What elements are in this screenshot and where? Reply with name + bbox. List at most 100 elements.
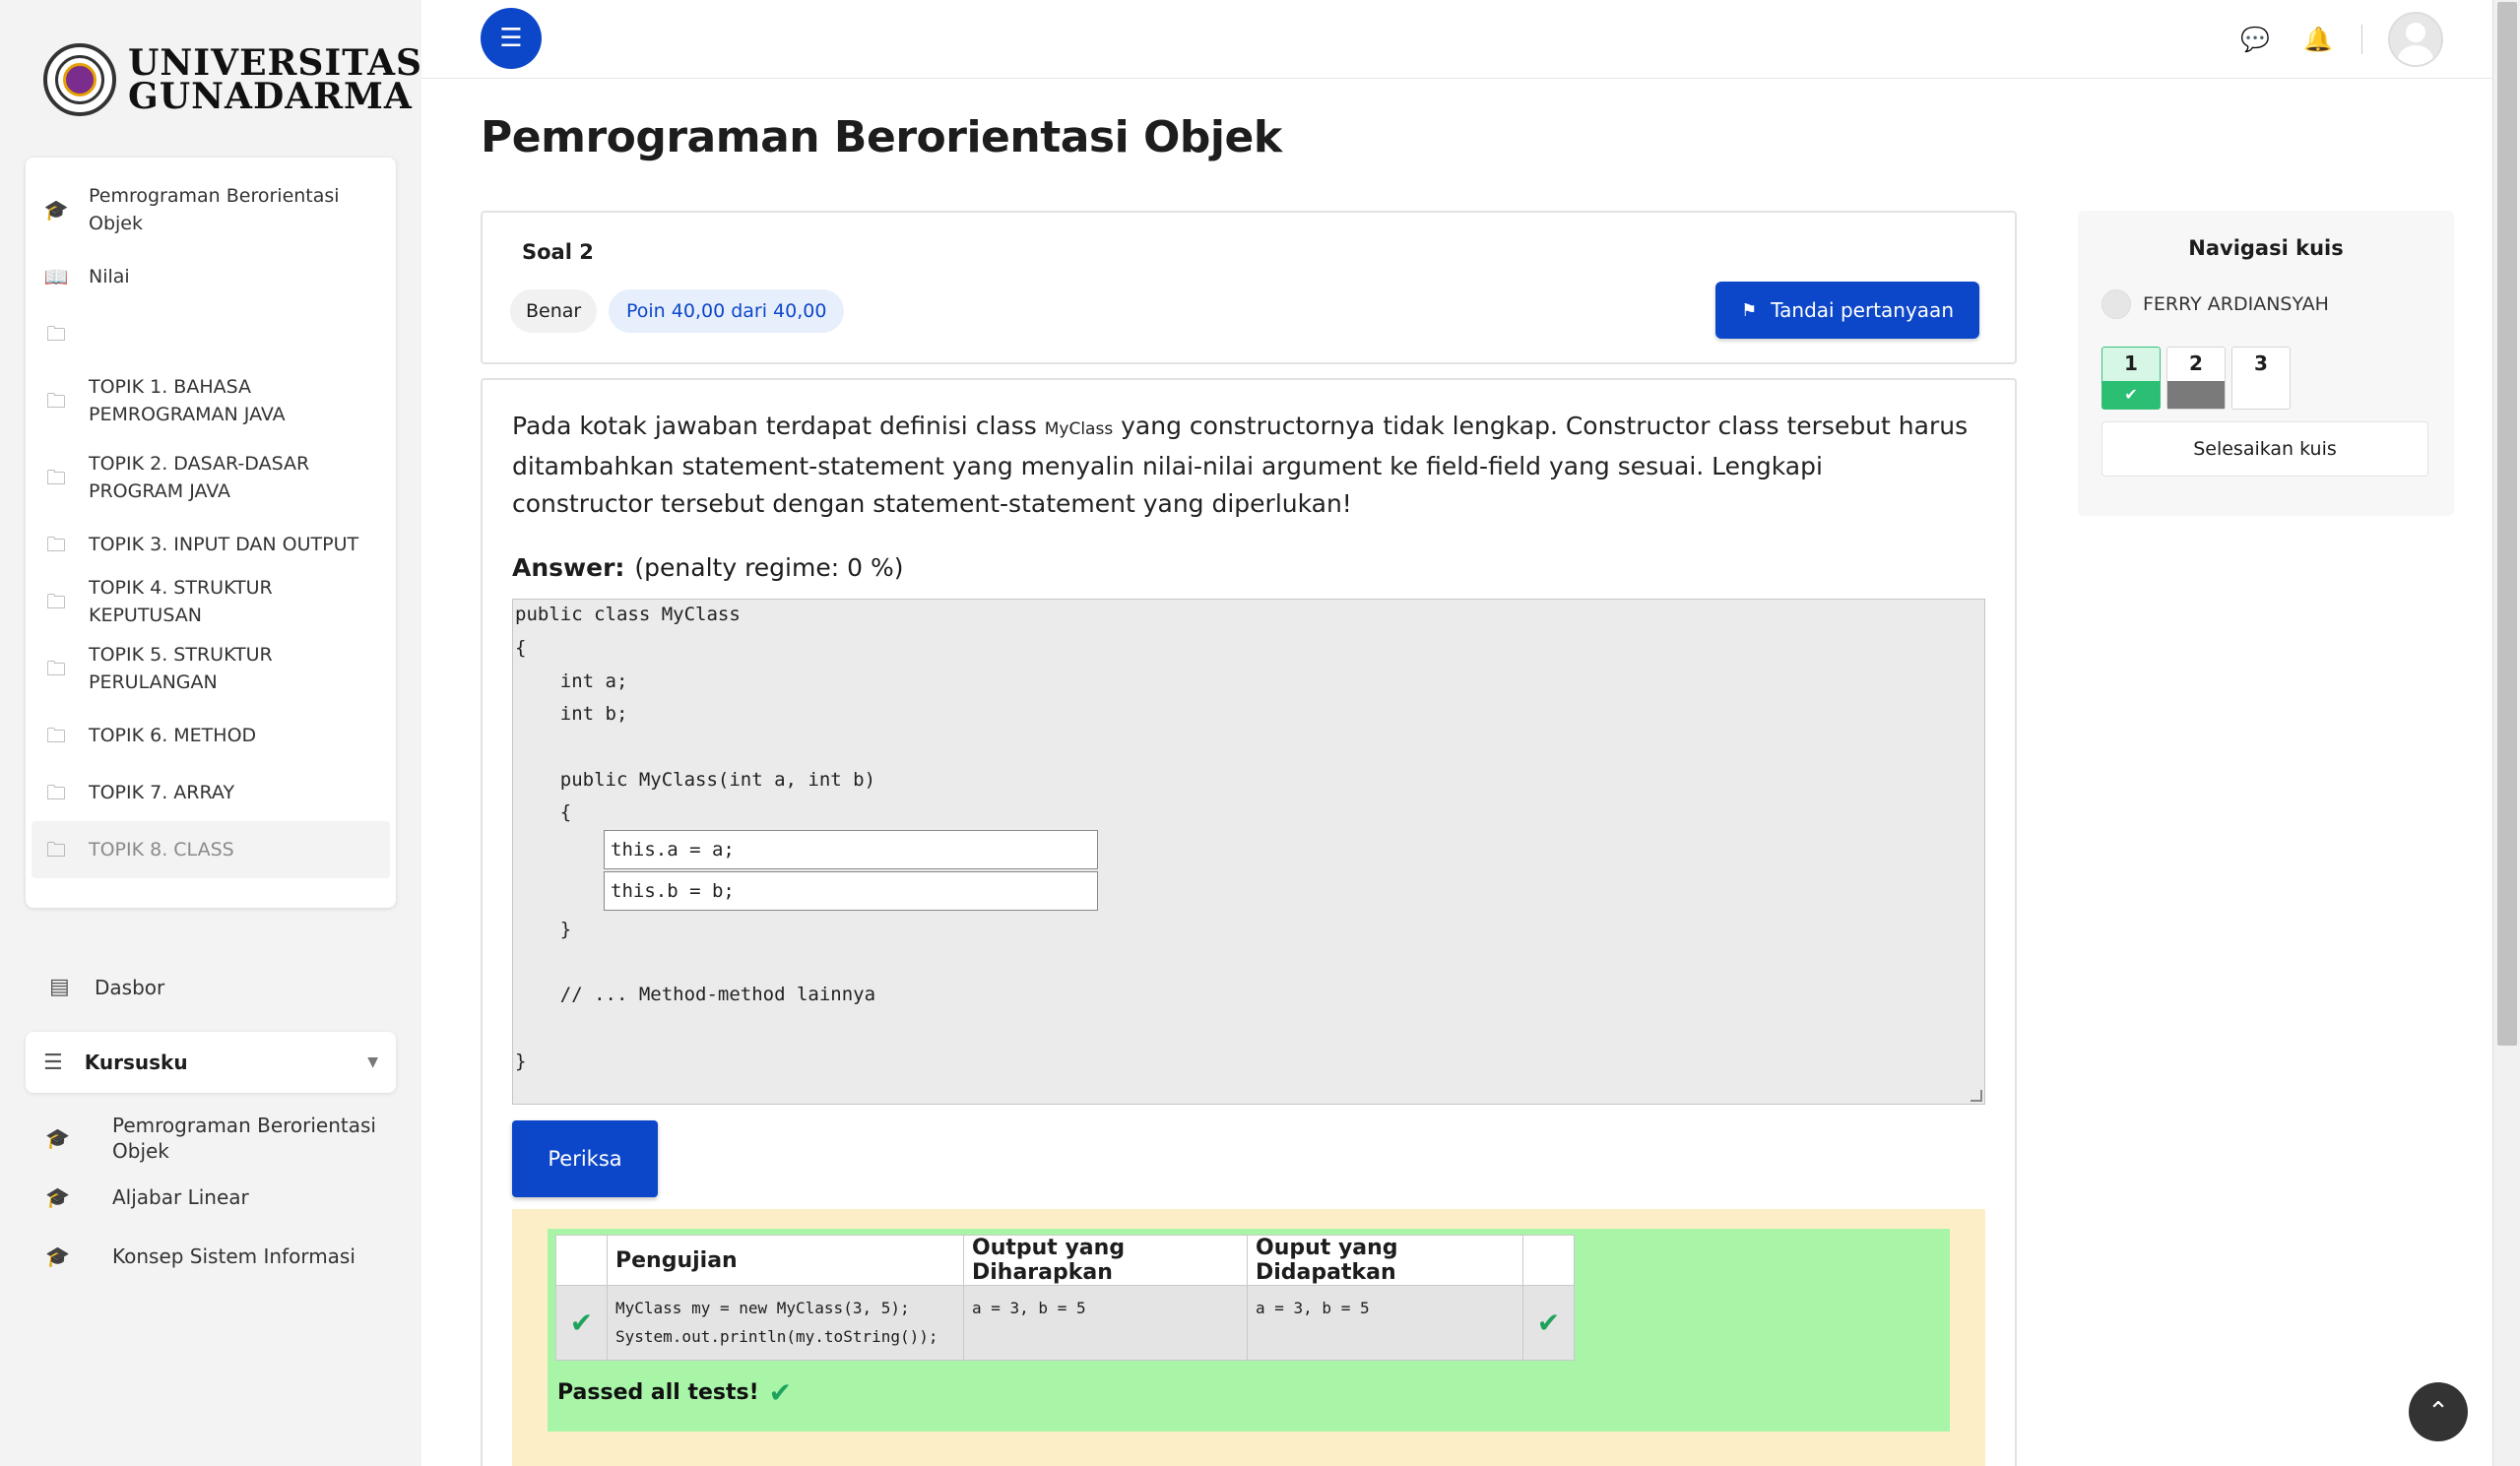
caret-down-icon: ▼ — [367, 1054, 378, 1070]
scrollbar-thumb[interactable] — [2497, 2, 2517, 1046]
folder-icon: 🗀 — [46, 466, 66, 489]
folder-icon: 🗀 — [46, 724, 66, 747]
table-header — [1522, 1235, 1575, 1286]
flag-icon: ⚑ — [1741, 299, 1758, 321]
points-badge: Poin 40,00 dari 40,00 — [609, 289, 845, 333]
answer-input-2[interactable]: this.b = b; — [604, 871, 1098, 911]
code-line: int a; — [515, 670, 628, 692]
test-results: Pengujian Output yang Diharapkan Ouput y… — [548, 1229, 1950, 1432]
folder-icon: 🗀 — [46, 657, 66, 680]
folder-icon: 🗀 — [46, 533, 66, 556]
sidebar: UNIVERSITAS GUNADARMA 🎓 Pemrograman Bero… — [0, 0, 421, 1466]
scroll-to-top-button[interactable]: ⌃ — [2409, 1382, 2468, 1441]
dashboard-link[interactable]: ▤ Dasbor — [49, 975, 164, 999]
question-info: Soal 2 Benar Poin 40,00 dari 40,00 ⚑ Tan… — [481, 211, 2017, 364]
question-text: Pada kotak jawaban terdapat definisi cla… — [512, 412, 1969, 518]
actual-output: a = 3, b = 5 — [1247, 1285, 1523, 1361]
quiz-nav-title: Navigasi kuis — [2188, 236, 2344, 260]
university-logo[interactable]: UNIVERSITAS GUNADARMA — [43, 43, 422, 116]
graduation-cap-icon: 🎓 — [45, 1126, 70, 1150]
my-course-item[interactable]: 🎓 Konsep Sistem Informasi — [45, 1227, 400, 1286]
my-course-item[interactable]: 🎓 Pemrograman Berorientasi Objek — [45, 1109, 400, 1168]
grades-link[interactable]: 📖 Nilai — [26, 248, 396, 305]
page-scrollbar[interactable] — [2492, 0, 2520, 1466]
quiz-question-2[interactable]: 2 — [2166, 347, 2226, 410]
folder-icon: 🗀 — [46, 322, 66, 346]
university-seal-icon — [43, 43, 116, 116]
graduation-cap-icon: 🎓 — [45, 1185, 70, 1209]
code-line: { — [515, 637, 527, 659]
flag-question-button[interactable]: ⚑ Tandai pertanyaan — [1715, 282, 1979, 339]
quiz-question-1[interactable]: 1 ✔ — [2101, 347, 2161, 410]
list-icon: ☰ — [43, 1050, 63, 1075]
menu-collapse-icon: ☰ — [499, 24, 523, 53]
code-line: public MyClass(int a, int b) — [515, 769, 876, 791]
my-course-item[interactable]: 🎓 Aljabar Linear — [45, 1168, 400, 1227]
chevron-up-icon: ⌃ — [2427, 1397, 2449, 1427]
section-topik-6[interactable]: 🗀 TOPIK 6. METHOD — [26, 707, 396, 764]
top-bar: ☰ 💬 🔔 — [421, 0, 2492, 79]
feedback-panel: Pengujian Output yang Diharapkan Ouput y… — [512, 1209, 1985, 1466]
folder-icon: 🗀 — [46, 389, 66, 413]
question-content: Pada kotak jawaban terdapat definisi cla… — [481, 378, 2017, 1466]
check-icon: ✔ — [768, 1376, 793, 1409]
messages-icon[interactable]: 💬 — [2237, 22, 2273, 57]
section-topik-2[interactable]: 🗀 TOPIK 2. DASAR-DASAR PROGRAM JAVA — [26, 439, 396, 516]
answer-input-1[interactable]: this.a = a; — [604, 830, 1098, 869]
check-icon: ✔ — [2102, 381, 2160, 409]
passed-message: Passed all tests! ✔ — [557, 1376, 793, 1409]
section-topik-1[interactable]: 🗀 TOPIK 1. BAHASA PEMROGRAMAN JAVA — [26, 362, 396, 439]
section-topik-7[interactable]: 🗀 TOPIK 7. ARRAY — [26, 764, 396, 821]
section-topik-4[interactable]: 🗀 TOPIK 4. STRUKTUR KEPUTUSAN — [26, 573, 396, 630]
check-icon: ✔ — [1522, 1285, 1575, 1361]
section-topik-5[interactable]: 🗀 TOPIK 5. STRUKTUR PERULANGAN — [26, 630, 396, 707]
section-topik-8[interactable]: 🗀 TOPIK 8. CLASS — [32, 821, 390, 878]
answer-label: Answer: (penalty regime: 0 %) — [512, 553, 904, 582]
code-line: } — [515, 919, 572, 940]
table-header — [555, 1235, 608, 1286]
code-editor: public class MyClass { int a; int b; pub… — [512, 599, 1985, 1105]
dashboard-icon: ▤ — [49, 975, 70, 999]
expected-output: a = 3, b = 5 — [963, 1285, 1248, 1361]
divider — [2361, 25, 2362, 54]
page-title: Pemrograman Berorientasi Objek — [481, 112, 1282, 162]
graduation-cap-icon: 🎓 — [43, 198, 69, 222]
folder-icon: 🗀 — [46, 838, 66, 861]
my-courses-toggle[interactable]: ☰ Kursusku ▼ — [26, 1032, 396, 1093]
section-general[interactable]: 🗀 — [26, 305, 396, 362]
user-avatar-small — [2101, 289, 2131, 319]
section-topik-3[interactable]: 🗀 TOPIK 3. INPUT DAN OUTPUT — [26, 516, 396, 573]
table-header: Ouput yang Didapatkan — [1247, 1235, 1523, 1286]
my-courses-list: 🎓 Pemrograman Berorientasi Objek 🎓 Aljab… — [45, 1109, 400, 1286]
course-index: 🎓 Pemrograman Berorientasi Objek 📖 Nilai… — [26, 158, 396, 908]
bell-icon[interactable]: 🔔 — [2300, 22, 2336, 57]
code-line: { — [515, 801, 572, 823]
results-table: Pengujian Output yang Diharapkan Ouput y… — [555, 1235, 1575, 1361]
table-header: Output yang Diharapkan — [963, 1235, 1248, 1286]
table-row: ✔ MyClass my = new MyClass(3, 5); System… — [555, 1285, 1575, 1361]
main-content: Pemrograman Berorientasi Objek Soal 2 Be… — [421, 79, 2492, 1466]
status-badge: Benar — [510, 289, 598, 333]
test-code: MyClass my = new MyClass(3, 5); System.o… — [607, 1285, 964, 1361]
graduation-cap-icon: 🎓 — [45, 1244, 70, 1268]
code-line: } — [515, 1051, 527, 1072]
code-line: public class MyClass — [515, 604, 741, 625]
quiz-navigation: Navigasi kuis FERRY ARDIANSYAH 1 ✔ 2 3 S… — [2078, 211, 2454, 516]
drawer-toggle-button[interactable]: ☰ — [481, 8, 542, 69]
question-buttons: 1 ✔ 2 3 — [2101, 347, 2296, 410]
logo-text: UNIVERSITAS GUNADARMA — [128, 42, 423, 117]
code-line: // ... Method-method lainnya — [515, 984, 876, 1005]
quiz-user: FERRY ARDIANSYAH — [2101, 289, 2329, 319]
finish-quiz-button[interactable]: Selesaikan kuis — [2101, 421, 2428, 477]
book-icon: 📖 — [43, 265, 69, 288]
quiz-question-3[interactable]: 3 — [2231, 347, 2291, 410]
check-icon: ✔ — [555, 1285, 608, 1361]
check-button[interactable]: Periksa — [512, 1120, 658, 1197]
question-number: Soal 2 — [522, 240, 594, 264]
folder-icon: 🗀 — [46, 781, 66, 804]
folder-icon: 🗀 — [46, 590, 66, 613]
course-home-link[interactable]: 🎓 Pemrograman Berorientasi Objek — [26, 171, 396, 248]
resize-handle[interactable] — [1971, 1090, 1982, 1102]
user-avatar[interactable] — [2388, 12, 2443, 67]
table-header: Pengujian — [607, 1235, 964, 1286]
